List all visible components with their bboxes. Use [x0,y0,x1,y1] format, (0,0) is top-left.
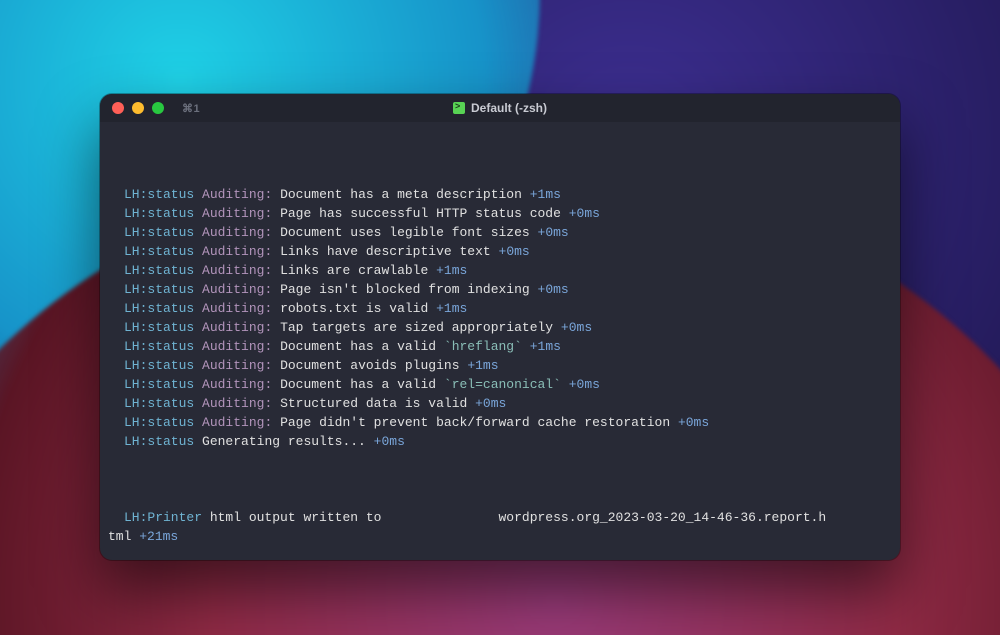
window-controls [112,102,164,114]
audit-label: Auditing: [202,358,272,373]
status-line: LH:status Auditing: Tap targets are size… [108,318,892,337]
minimize-icon[interactable] [132,102,144,114]
log-time: +0ms [561,320,592,335]
tab-shortcut: ⌘1 [182,102,200,115]
log-message: Document avoids plugins [280,358,459,373]
log-prefix: LH:status [124,282,194,297]
log-message: Page didn't prevent back/forward cache r… [280,415,670,430]
titlebar[interactable]: ⌘1 Default (-zsh) [100,94,900,122]
log-time: +0ms [538,282,569,297]
log-prefix: LH:status [124,301,194,316]
log-time: +1ms [530,339,561,354]
audit-label: Auditing: [202,282,272,297]
log-prefix: LH:Printer [124,510,202,525]
log-prefix: LH:status [124,396,194,411]
log-prefix: LH:status [124,339,194,354]
shell-icon [453,102,465,114]
audit-label: Auditing: [202,225,272,240]
log-time: +1ms [436,263,467,278]
log-message: Document has a valid [280,377,444,392]
log-prefix: LH:status [124,320,194,335]
log-time: +1ms [436,301,467,316]
log-time: +0ms [374,434,405,449]
log-message: Tap targets are sized appropriately [280,320,553,335]
log-message: Page isn't blocked from indexing [280,282,530,297]
status-line: LH:status Auditing: Document avoids plug… [108,356,892,375]
status-line: LH:status Auditing: Links are crawlable … [108,261,892,280]
status-line: LH:status Generating results... +0ms [108,432,892,451]
log-message: Document has a valid [280,339,444,354]
log-time: +21ms [139,529,178,544]
audit-label: Auditing: [202,244,272,259]
audit-label: Auditing: [202,339,272,354]
terminal-window: ⌘1 Default (-zsh) LH:status Auditing: Do… [100,94,900,560]
status-line: LH:status Auditing: Page isn't blocked f… [108,280,892,299]
log-prefix: LH:status [124,187,194,202]
log-time: +1ms [467,358,498,373]
output-path: wordpress.org_2023-03-20_14-46-36.report… [499,510,827,525]
log-time: +0ms [569,377,600,392]
log-prefix: LH:status [124,415,194,430]
terminal-output[interactable]: LH:status Auditing: Document has a meta … [100,122,900,560]
audit-label: Auditing: [202,377,272,392]
log-time: +1ms [530,187,561,202]
log-prefix: LH:status [124,377,194,392]
log-message: Document uses legible font sizes [280,225,530,240]
printer-line: LH:Printer html output written to wordpr… [108,508,892,527]
status-line: LH:status Auditing: Document has a valid… [108,337,892,356]
log-time: +0ms [678,415,709,430]
log-message: Page has successful HTTP status code [280,206,561,221]
log-prefix: LH:status [124,434,194,449]
status-line: LH:status Auditing: Structured data is v… [108,394,892,413]
log-time: +0ms [475,396,506,411]
status-line: LH:status Auditing: Document has a valid… [108,375,892,394]
status-line: LH:status Auditing: Document uses legibl… [108,223,892,242]
log-message: Structured data is valid [280,396,467,411]
log-message: Links have descriptive text [280,244,491,259]
log-message: html output written to [210,510,382,525]
log-time: +0ms [569,206,600,221]
status-line: LH:status Auditing: Document has a meta … [108,185,892,204]
status-line: LH:status Auditing: Links have descripti… [108,242,892,261]
audit-label: Auditing: [202,263,272,278]
log-prefix: LH:status [124,244,194,259]
window-title: Default (-zsh) [471,101,547,115]
status-line: LH:status Auditing: Page didn't prevent … [108,413,892,432]
printer-line-wrap: tml +21ms [108,527,892,546]
zoom-icon[interactable] [152,102,164,114]
audit-label: Auditing: [202,187,272,202]
code-literal: `hreflang` [444,339,522,354]
log-prefix: LH:status [124,206,194,221]
log-message: Document has a meta description [280,187,522,202]
code-literal: `rel=canonical` [444,377,561,392]
log-message: Links are crawlable [280,263,428,278]
log-time: +0ms [499,244,530,259]
audit-label: Auditing: [202,301,272,316]
log-message: Generating results... [202,434,366,449]
audit-label: Auditing: [202,206,272,221]
log-prefix: LH:status [124,225,194,240]
log-prefix: LH:status [124,358,194,373]
close-icon[interactable] [112,102,124,114]
audit-label: Auditing: [202,415,272,430]
audit-label: Auditing: [202,320,272,335]
log-prefix: LH:status [124,263,194,278]
output-path-tail: tml [108,529,131,544]
status-line: LH:status Auditing: Page has successful … [108,204,892,223]
log-message: robots.txt is valid [280,301,428,316]
audit-label: Auditing: [202,396,272,411]
status-line: LH:status Auditing: robots.txt is valid … [108,299,892,318]
log-time: +0ms [538,225,569,240]
